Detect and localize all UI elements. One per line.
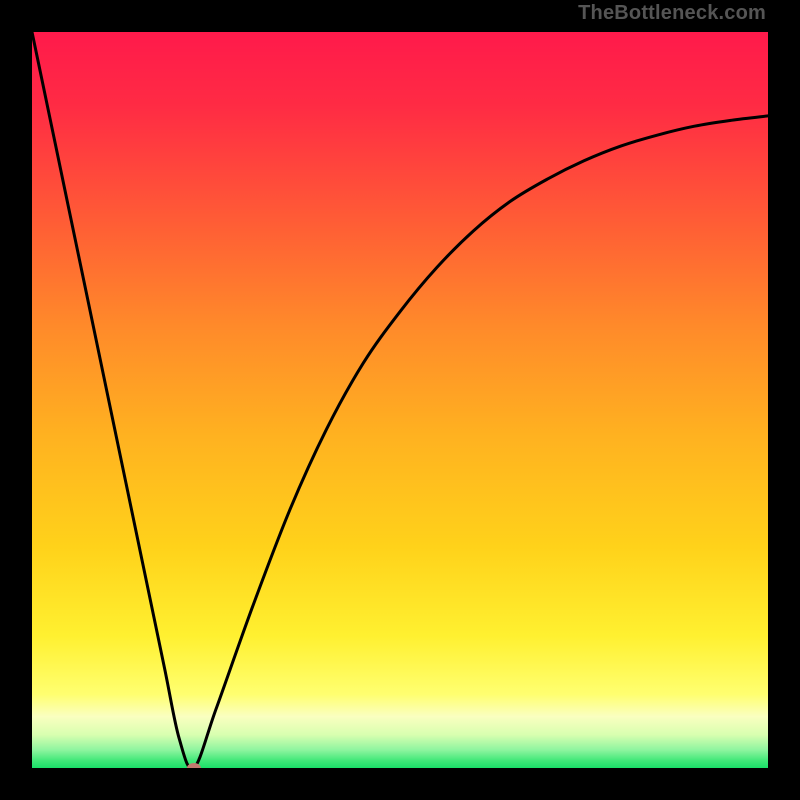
chart-stage: TheBottleneck.com: [0, 0, 800, 800]
plot-area: [32, 32, 768, 768]
watermark-text: TheBottleneck.com: [578, 2, 766, 25]
bottleneck-curve: [32, 32, 768, 768]
optimum-marker: [187, 763, 201, 768]
curve-layer: [32, 32, 768, 768]
